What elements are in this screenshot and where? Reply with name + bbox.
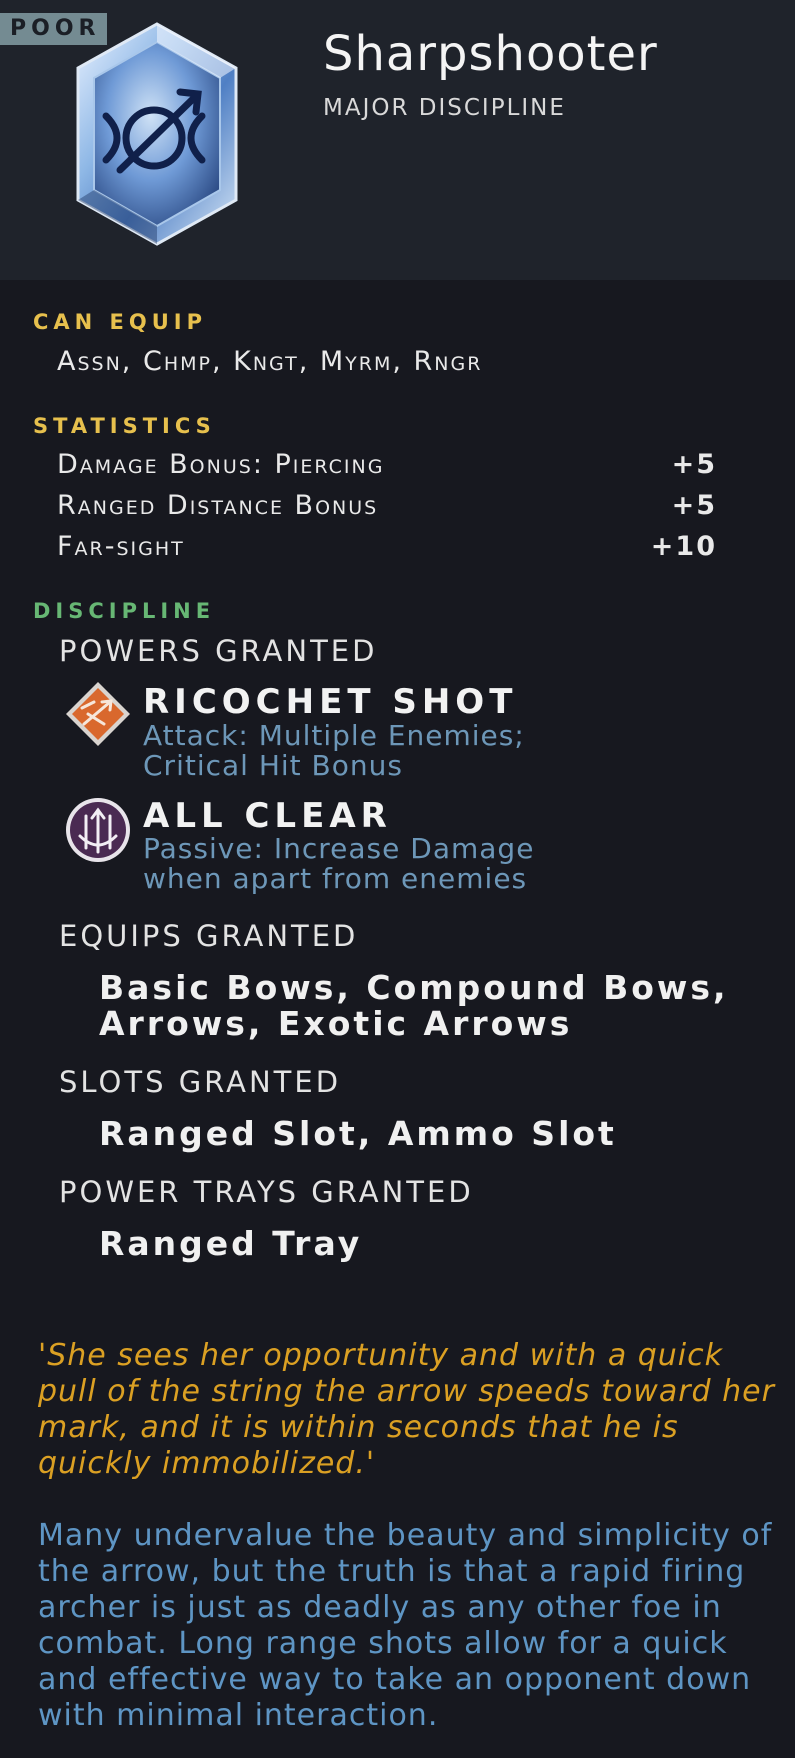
stat-name: Far-sight [57, 531, 185, 562]
equips-granted-heading: EQUIPS GRANTED [59, 919, 359, 953]
flavor-quote: 'She sees her opportunity and with a qui… [38, 1338, 778, 1482]
statistics-label: STATISTICS [33, 414, 216, 438]
power-desc-line: when apart from enemies [143, 862, 528, 895]
quote-open-mark: ' [38, 1338, 48, 1373]
equips-line: Basic Bows, Compound Bows, [99, 968, 729, 1007]
quote-text: She sees her opportunity and with a quic… [38, 1338, 775, 1481]
power-desc-line: Attack: Multiple Enemies; [143, 719, 525, 752]
quote-close-mark: ' [365, 1446, 376, 1481]
item-subtitle: MAJOR DISCIPLINE [323, 95, 566, 121]
power-desc-line: Passive: Increase Damage [143, 832, 535, 865]
power-name: RICOCHET SHOT [143, 682, 518, 722]
stat-row: Damage Bonus: Piercing +5 [57, 449, 717, 485]
lore-text: Many undervalue the beauty and simplicit… [38, 1518, 773, 1733]
all-clear-arrows-icon [66, 798, 130, 862]
power-description: Attack: Multiple Enemies; Critical Hit B… [143, 721, 663, 781]
equips-line: Arrows, Exotic Arrows [99, 1004, 573, 1043]
item-title: Sharpshooter [323, 26, 658, 82]
slots-granted-heading: SLOTS GRANTED [59, 1065, 342, 1099]
power-trays-granted-list: Ranged Tray [99, 1224, 363, 1263]
stat-name: Damage Bonus: Piercing [57, 449, 385, 480]
stat-value: +5 [671, 449, 717, 480]
stat-name: Ranged Distance Bonus [57, 490, 379, 521]
power-desc-line: Critical Hit Bonus [143, 749, 403, 782]
slots-granted-list: Ranged Slot, Ammo Slot [99, 1114, 617, 1153]
stat-value: +10 [650, 531, 717, 562]
discipline-label: DISCIPLINE [33, 599, 216, 623]
stat-row: Ranged Distance Bonus +5 [57, 490, 717, 526]
power-trays-granted-heading: POWER TRAYS GRANTED [59, 1175, 474, 1209]
stat-value: +5 [671, 490, 717, 521]
ricochet-arrow-icon [66, 682, 130, 746]
powers-granted-heading: POWERS GRANTED [59, 634, 378, 668]
power-name: ALL CLEAR [143, 796, 392, 836]
can-equip-label: CAN EQUIP [33, 310, 208, 334]
equips-granted-list: Basic Bows, Compound Bows, Arrows, Exoti… [99, 970, 759, 1042]
stat-row: Far-sight +10 [57, 531, 717, 567]
bow-crosshair-gem-icon [76, 22, 238, 246]
item-header: POOR Sharpshooter MAJOR DISCIPLINE [0, 0, 795, 280]
can-equip-classes: Assn, Chmp, Kngt, Myrm, Rngr [57, 346, 483, 377]
power-description: Passive: Increase Damage when apart from… [143, 834, 663, 894]
